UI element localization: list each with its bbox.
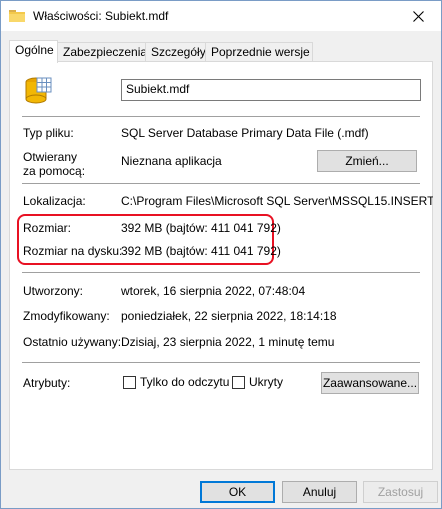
folder-icon	[9, 10, 25, 22]
tab-security[interactable]: Zabezpieczenia	[57, 42, 147, 62]
file-type-value: SQL Server Database Primary Data File (.…	[121, 126, 369, 140]
file-name-input[interactable]: Subiekt.mdf	[121, 79, 421, 101]
size-value: 392 MB (bajtów: 411 041 792)	[121, 221, 281, 235]
tab-previous-versions[interactable]: Poprzednie wersje	[205, 42, 313, 62]
database-file-icon	[25, 77, 52, 104]
title-bar: Właściwości: Subiekt.mdf	[1, 1, 441, 31]
checkbox-box[interactable]	[232, 375, 245, 389]
location-value: C:\Program Files\Microsoft SQL Server\MS…	[121, 194, 433, 208]
window-title: Właściwości: Subiekt.mdf	[33, 9, 169, 23]
modified-label: Zmodyfikowany:	[23, 309, 110, 323]
created-value: wtorek, 16 sierpnia 2022, 07:48:04	[121, 284, 306, 298]
opens-with-value: Nieznana aplikacja	[121, 154, 222, 168]
separator	[22, 116, 420, 117]
hidden-label: Ukryty	[249, 375, 283, 389]
tab-general[interactable]: Ogólne	[9, 40, 58, 63]
attributes-label: Atrybuty:	[23, 376, 71, 390]
cancel-button[interactable]: Anuluj	[282, 481, 357, 503]
size-on-disk-label: Rozmiar na dysku:	[23, 244, 123, 258]
general-panel: Subiekt.mdf Typ pliku: SQL Server Databa…	[9, 61, 433, 470]
advanced-button[interactable]: Zaawansowane...	[321, 372, 419, 394]
checkbox-box[interactable]	[123, 375, 136, 389]
opens-with-label-line2: za pomocą:	[23, 164, 86, 178]
separator	[22, 362, 420, 363]
modified-value: poniedziałek, 22 sierpnia 2022, 18:14:18	[121, 309, 337, 323]
file-type-label: Typ pliku:	[23, 126, 74, 140]
accessed-value: Dzisiaj, 23 sierpnia 2022, 1 minutę temu	[121, 335, 335, 349]
hidden-checkbox[interactable]: Ukryty	[232, 375, 283, 389]
opens-with-label-line1: Otwierany	[23, 150, 78, 164]
readonly-checkbox[interactable]: Tylko do odczytu	[123, 375, 229, 389]
close-icon	[412, 10, 424, 22]
apply-button[interactable]: Zastosuj	[363, 481, 438, 503]
size-label: Rozmiar:	[23, 221, 72, 235]
readonly-label: Tylko do odczytu	[140, 375, 230, 389]
separator	[22, 183, 420, 184]
tab-details[interactable]: Szczegóły	[145, 42, 206, 62]
properties-window: Właściwości: Subiekt.mdf Ogólne Zabezpie…	[0, 0, 442, 509]
change-button[interactable]: Zmień...	[317, 150, 417, 172]
location-label: Lokalizacja:	[23, 194, 86, 208]
size-on-disk-value: 392 MB (bajtów: 411 041 792)	[121, 244, 281, 258]
accessed-label: Ostatnio używany:	[23, 335, 122, 349]
ok-button[interactable]: OK	[200, 481, 275, 503]
created-label: Utworzony:	[23, 284, 84, 298]
separator	[22, 272, 420, 273]
close-button[interactable]	[395, 1, 441, 31]
